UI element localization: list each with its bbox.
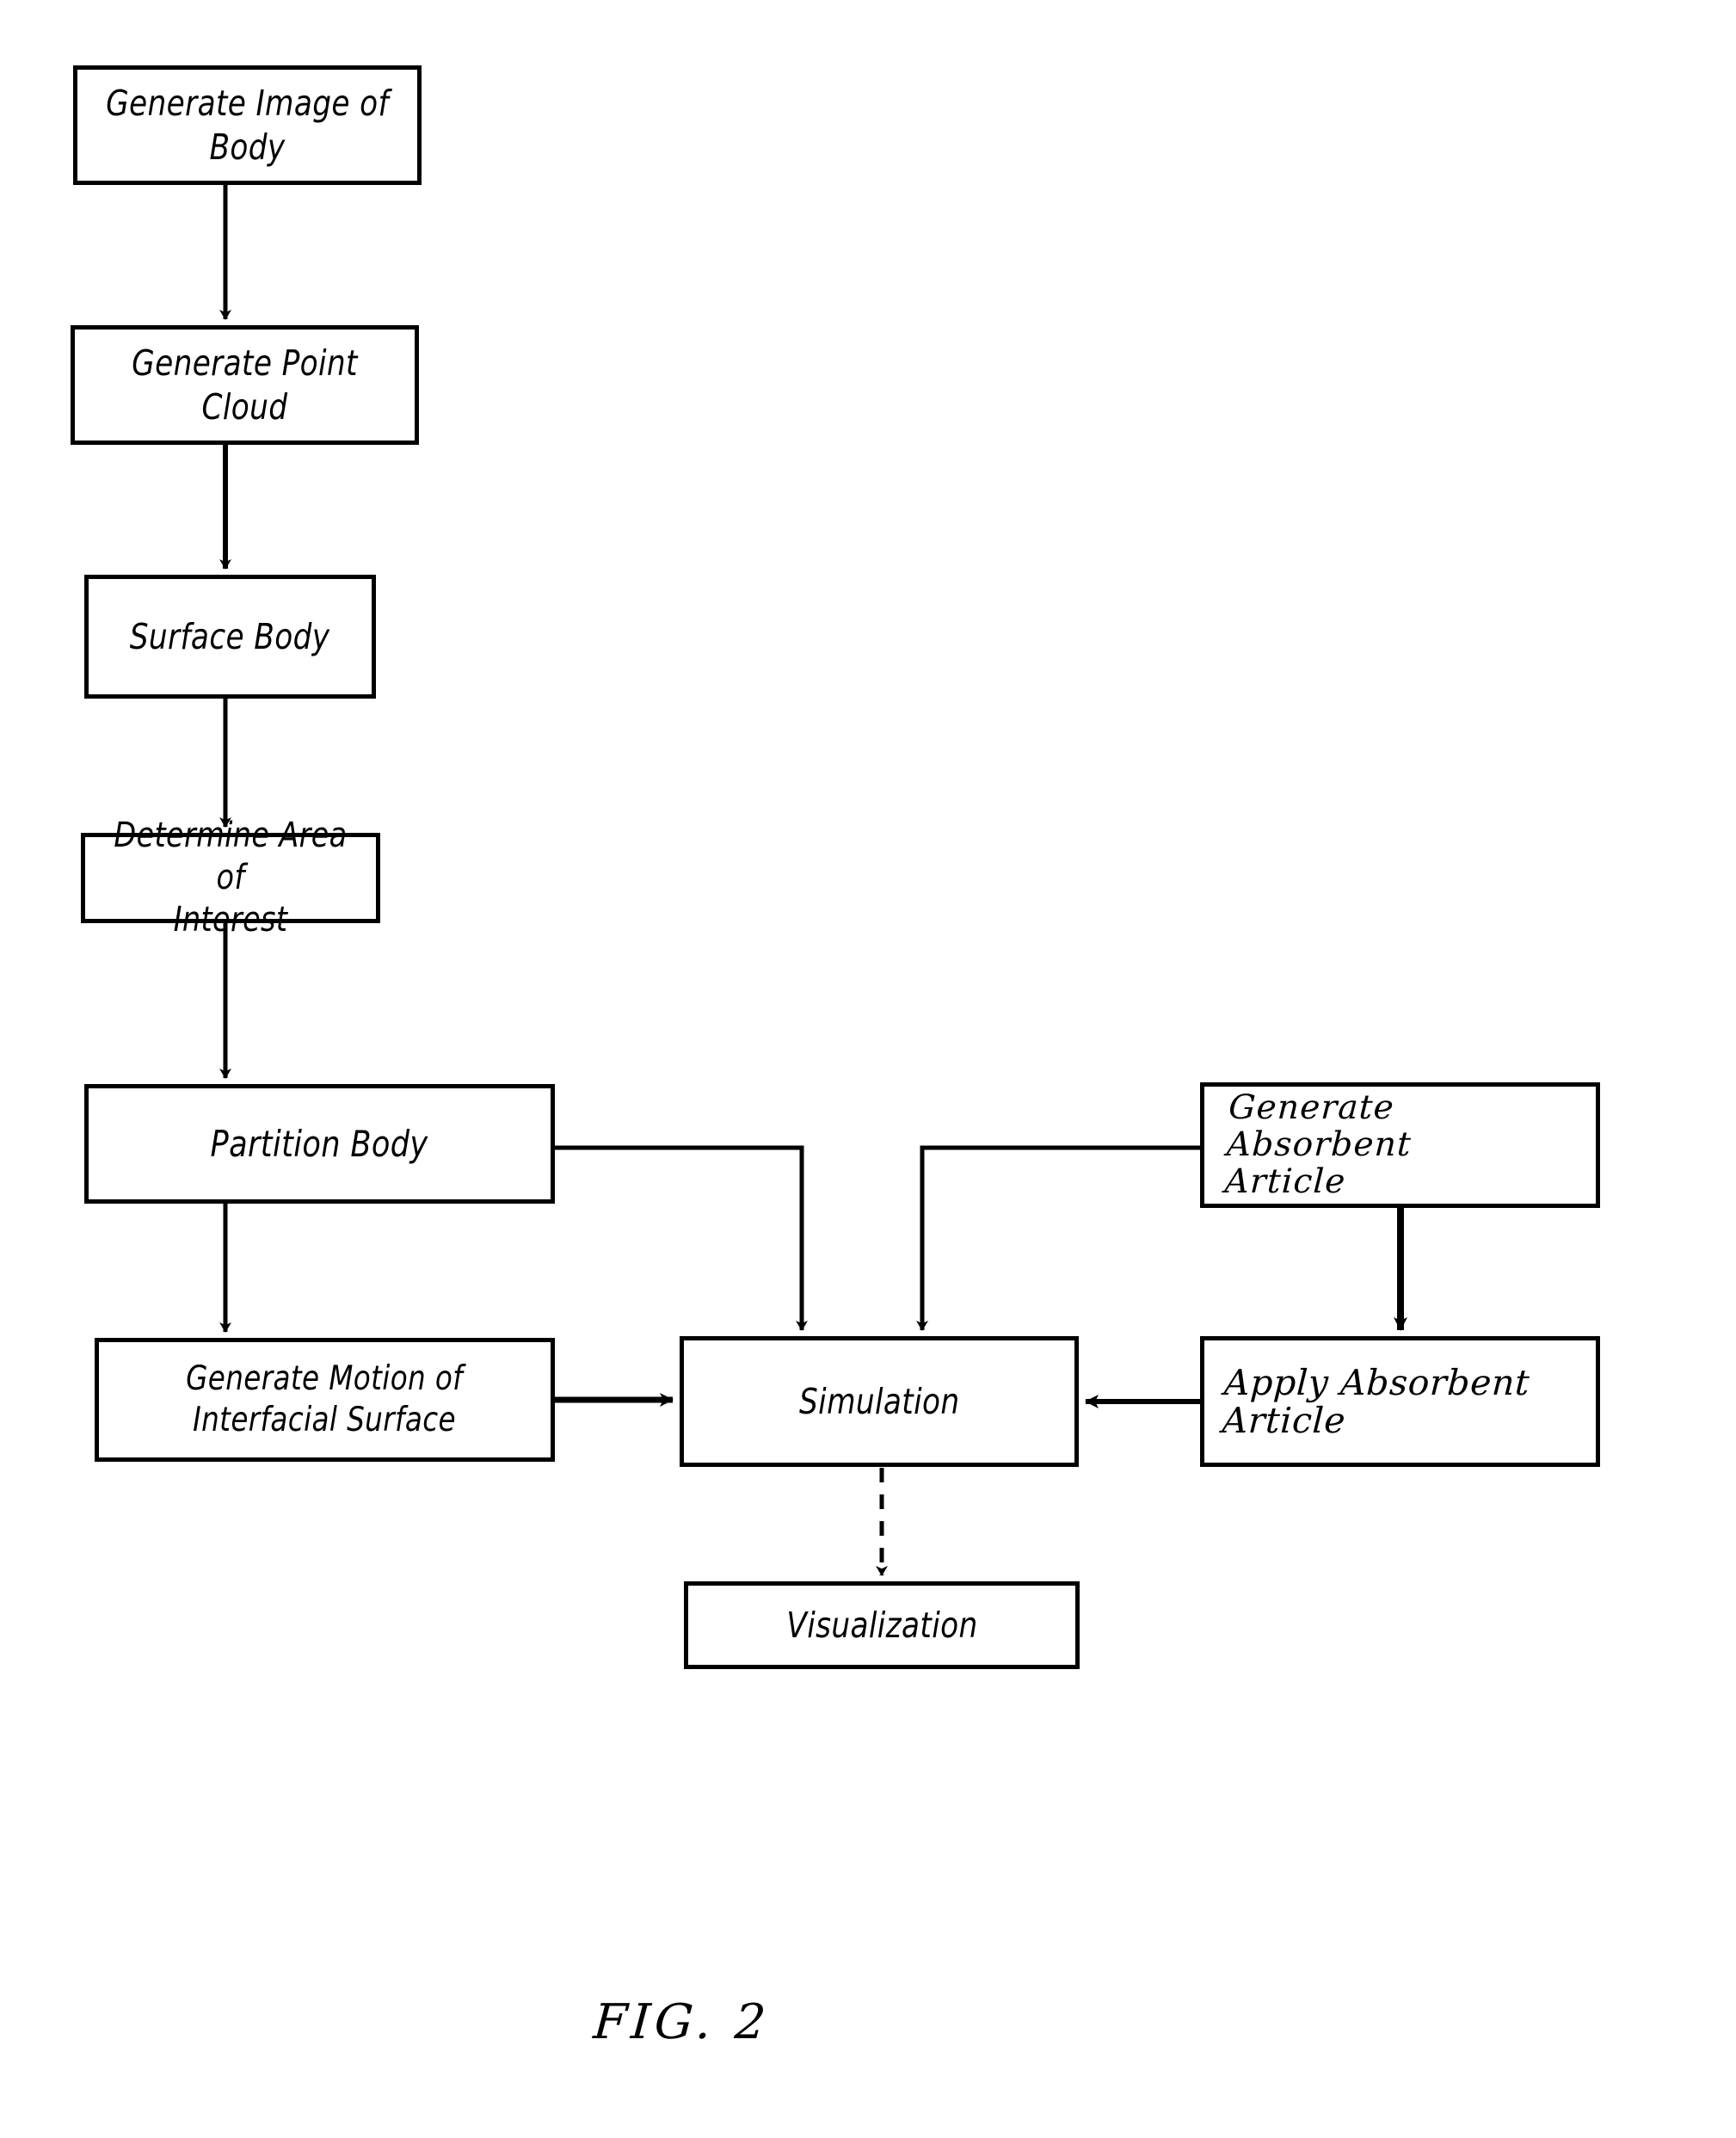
node-label: Generate Image of Body <box>106 83 389 168</box>
node-label: Determine Area of Interest <box>114 816 348 940</box>
connector-layer <box>219 185 1407 1576</box>
figure-caption: FIG. 2 <box>591 1994 773 2050</box>
node-generate-image-of-body: Generate Image of Body <box>73 65 422 185</box>
node-label: Surface Body <box>130 615 330 657</box>
edge-absorbent-to-simulation <box>916 1145 1200 1331</box>
node-label: Generate Absorbent Article <box>1223 1087 1413 1201</box>
node-label: Generate Motion of Interfacial Surface <box>186 1359 464 1439</box>
node-generate-motion-of-interfacial-surface: Generate Motion of Interfacial Surface <box>95 1338 555 1462</box>
node-label: Visualization <box>785 1604 978 1646</box>
node-label: Generate Point Cloud <box>132 342 358 428</box>
node-generate-point-cloud: Generate Point Cloud <box>71 325 419 445</box>
node-partition-body: Partition Body <box>84 1084 555 1204</box>
node-simulation: Simulation <box>680 1336 1079 1467</box>
node-visualization: Visualization <box>684 1581 1080 1669</box>
node-apply-absorbent-article: Apply Absorbent Article <box>1200 1336 1600 1467</box>
patent-figure: Generate Image of Body Generate Point Cl… <box>0 0 1736 2138</box>
node-determine-area-of-interest: Determine Area of Interest <box>81 816 380 940</box>
node-generate-absorbent-article: Generate Absorbent Article <box>1200 1082 1600 1208</box>
edge-partition-to-simulation <box>555 1145 808 1331</box>
node-label: Apply Absorbent Article <box>1221 1361 1531 1441</box>
node-surface-body: Surface Body <box>84 575 376 699</box>
node-label: Simulation <box>798 1380 960 1422</box>
node-label: Partition Body <box>210 1122 429 1165</box>
